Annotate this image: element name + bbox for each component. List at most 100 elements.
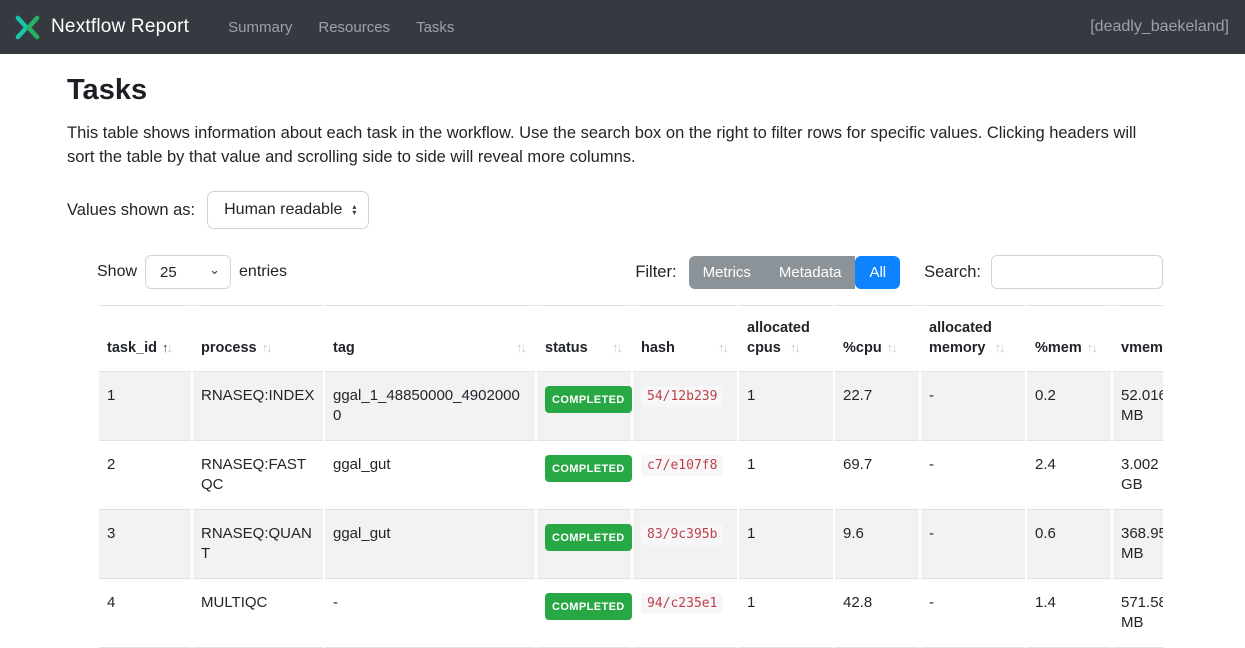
hash-code: c7/e107f8	[641, 455, 723, 476]
cell-tag: -	[325, 579, 535, 648]
brand-title: Nextflow Report	[51, 16, 189, 38]
hash-code: 94/c235e1	[641, 593, 723, 614]
search-input[interactable]	[991, 255, 1163, 289]
column-header-task-id[interactable]: task_id↑↓	[99, 305, 191, 372]
nextflow-logo-icon	[14, 14, 41, 41]
cell-process: RNASEQ:FASTQC	[193, 441, 323, 510]
filter-button-all[interactable]: All	[855, 256, 900, 289]
cell-process: RNASEQ:QUANT	[193, 510, 323, 579]
brand[interactable]: Nextflow Report	[14, 14, 189, 41]
hash-code: 83/9c395b	[641, 524, 723, 545]
cell-pct-cpu: 22.7	[835, 372, 919, 441]
column-header-status[interactable]: status↑↓	[537, 305, 631, 372]
page-title: Tasks	[67, 74, 1178, 107]
cell-vmem: 368.95 MB	[1113, 510, 1163, 579]
sort-icon: ↑↓	[790, 338, 801, 358]
values-shown-label: Values shown as:	[67, 201, 195, 220]
status-badge: COMPLETED	[545, 386, 632, 413]
cell-allocated-cpus: 1	[739, 510, 833, 579]
chevron-down-icon: ⌄	[209, 262, 220, 278]
values-shown-selected: Human readable	[224, 201, 342, 219]
cell-allocated-memory: -	[921, 372, 1025, 441]
sort-icon: ↑↓	[994, 338, 1005, 358]
nav-link-summary[interactable]: Summary	[215, 11, 305, 44]
status-badge: COMPLETED	[545, 455, 632, 482]
cell-hash: c7/e107f8	[633, 441, 737, 510]
column-header-tag[interactable]: tag↑↓	[325, 305, 535, 372]
top-navbar: Nextflow Report Summary Resources Tasks …	[0, 0, 1245, 54]
cell-task-id: 4	[99, 579, 191, 648]
cell-task-id: 1	[99, 372, 191, 441]
filter-label: Filter:	[635, 263, 676, 282]
cell-allocated-cpus: 1	[739, 372, 833, 441]
status-badge: COMPLETED	[545, 524, 632, 551]
cell-status: COMPLETED	[537, 372, 631, 441]
column-header-pct-cpu[interactable]: %cpu↑↓	[835, 305, 919, 372]
table-row[interactable]: 2 RNASEQ:FASTQC ggal_gut COMPLETED c7/e1…	[99, 441, 1163, 510]
filter-button-metrics[interactable]: Metrics	[689, 256, 765, 289]
cell-allocated-memory: -	[921, 510, 1025, 579]
select-updown-icon: ▴▾	[352, 204, 356, 216]
main-content: Tasks This table shows information about…	[0, 54, 1245, 648]
page-length-group: Show 25 ⌄ entries	[97, 255, 287, 289]
run-name: [deadly_baekeland]	[1090, 18, 1229, 36]
cell-pct-mem: 2.4	[1027, 441, 1111, 510]
cell-hash: 94/c235e1	[633, 579, 737, 648]
table-row[interactable]: 3 RNASEQ:QUANT ggal_gut COMPLETED 83/9c3…	[99, 510, 1163, 579]
cell-status: COMPLETED	[537, 441, 631, 510]
cell-tag: ggal_1_48850000_49020000	[325, 372, 535, 441]
filter-search-group: Filter: Metrics Metadata All Search:	[635, 255, 1163, 289]
sort-icon: ↑↓	[262, 338, 273, 358]
cell-hash: 83/9c395b	[633, 510, 737, 579]
cell-process: RNASEQ:INDEX	[193, 372, 323, 441]
cell-allocated-memory: -	[921, 441, 1025, 510]
cell-pct-mem: 1.4	[1027, 579, 1111, 648]
sort-icon: ↑↓	[887, 338, 898, 358]
cell-allocated-memory: -	[921, 579, 1025, 648]
cell-task-id: 2	[99, 441, 191, 510]
cell-vmem: 571.58 MB	[1113, 579, 1163, 648]
status-badge: COMPLETED	[545, 593, 632, 620]
column-header-allocated-cpus[interactable]: allocated cpus ↑↓	[739, 305, 833, 372]
show-label: Show	[97, 263, 137, 281]
datatable-area: Show 25 ⌄ entries Filter: Metrics Metada…	[97, 255, 1163, 648]
column-header-pct-mem[interactable]: %mem↑↓	[1027, 305, 1111, 372]
nav-link-tasks[interactable]: Tasks	[403, 11, 467, 44]
page-length-value: 25	[160, 264, 177, 281]
page-length-select[interactable]: 25 ⌄	[145, 255, 231, 289]
entries-label: entries	[239, 263, 287, 281]
column-header-allocated-memory[interactable]: allocated memory ↑↓	[921, 305, 1025, 372]
cell-pct-cpu: 9.6	[835, 510, 919, 579]
table-header-row: task_id↑↓ process↑↓ tag↑↓ status↑↓ hash↑…	[99, 305, 1163, 372]
cell-allocated-cpus: 1	[739, 441, 833, 510]
datatable-controls: Show 25 ⌄ entries Filter: Metrics Metada…	[97, 255, 1163, 289]
page-description: This table shows information about each …	[67, 121, 1167, 169]
cell-hash: 54/12b239	[633, 372, 737, 441]
filter-button-metadata[interactable]: Metadata	[765, 256, 856, 289]
column-header-process[interactable]: process↑↓	[193, 305, 323, 372]
nav-link-resources[interactable]: Resources	[305, 11, 403, 44]
values-shown-select[interactable]: Human readable ▴▾	[207, 191, 369, 229]
values-shown-row: Values shown as: Human readable ▴▾	[67, 191, 1178, 229]
filter-button-group: Metrics Metadata All	[689, 256, 901, 289]
cell-pct-mem: 0.6	[1027, 510, 1111, 579]
column-header-hash[interactable]: hash↑↓	[633, 305, 737, 372]
tasks-table-wrapper[interactable]: task_id↑↓ process↑↓ tag↑↓ status↑↓ hash↑…	[97, 305, 1163, 648]
cell-pct-cpu: 42.8	[835, 579, 919, 648]
nav-links: Summary Resources Tasks	[215, 11, 467, 44]
tasks-table: task_id↑↓ process↑↓ tag↑↓ status↑↓ hash↑…	[97, 305, 1163, 648]
hash-code: 54/12b239	[641, 386, 723, 407]
column-header-vmem[interactable]: vmem	[1113, 305, 1163, 372]
table-row[interactable]: 4 MULTIQC - COMPLETED 94/c235e1 1 42.8 -…	[99, 579, 1163, 648]
cell-process: MULTIQC	[193, 579, 323, 648]
cell-task-id: 3	[99, 510, 191, 579]
sort-icon: ↑↓	[162, 338, 173, 358]
cell-pct-mem: 0.2	[1027, 372, 1111, 441]
cell-allocated-cpus: 1	[739, 579, 833, 648]
cell-vmem: 52.016 MB	[1113, 372, 1163, 441]
search-label: Search:	[924, 263, 981, 282]
table-row[interactable]: 1 RNASEQ:INDEX ggal_1_48850000_49020000 …	[99, 372, 1163, 441]
search-group: Search:	[924, 255, 1163, 289]
cell-pct-cpu: 69.7	[835, 441, 919, 510]
cell-vmem: 3.002 GB	[1113, 441, 1163, 510]
